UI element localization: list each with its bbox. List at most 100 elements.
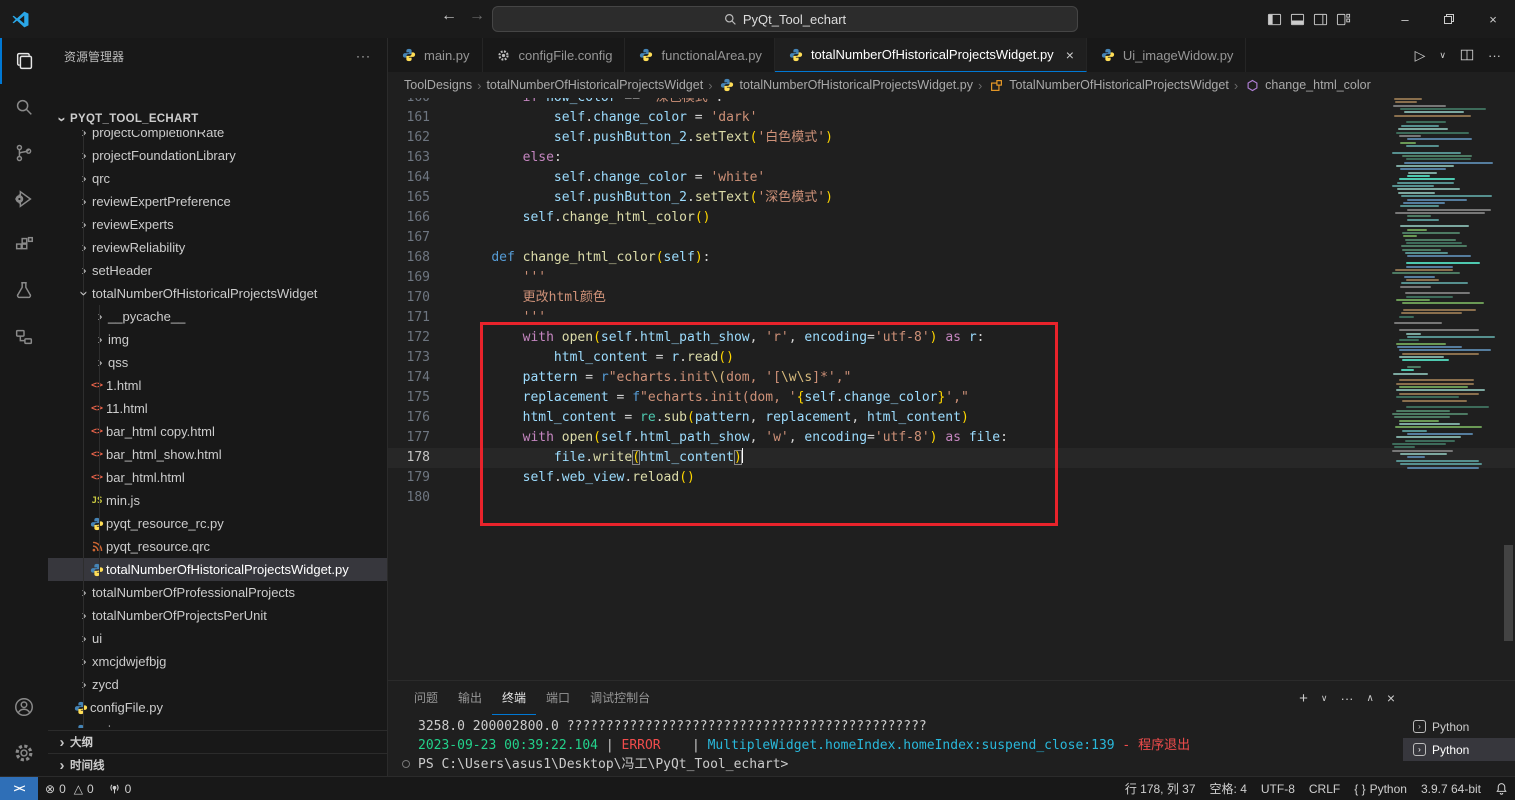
code-line[interactable]: 166 self.change_html_color() [388,208,1515,228]
code-line[interactable]: 168 def change_html_color(self): [388,248,1515,268]
problems-status[interactable]: ⊗0 △0 [38,777,101,800]
code-line[interactable]: 161 self.change_color = 'dark' [388,108,1515,128]
tree-item[interactable]: ›reviewReliability [48,236,387,259]
panel-more-icon[interactable]: ··· [1340,691,1353,706]
breadcrumb-item[interactable]: totalNumberOfHistoricalProjectsWidget.py [718,78,973,92]
new-terminal-icon[interactable]: + [1299,690,1308,707]
breadcrumb-item[interactable]: TotalNumberOfHistoricalProjectsWidget [987,78,1229,92]
code-line[interactable]: 167 [388,228,1515,248]
code-line[interactable]: 175 replacement = f"echarts.init(dom, '{… [388,388,1515,408]
minimize-button[interactable]: – [1383,0,1427,38]
tree-item[interactable]: ›qrc [48,167,387,190]
account-icon[interactable] [0,684,48,730]
toggle-sidebar-icon[interactable] [1267,12,1282,27]
editor-more-actions-icon[interactable]: ··· [1488,48,1501,63]
encoding[interactable]: UTF-8 [1254,777,1302,800]
timeline-section[interactable]: ›时间线 [48,753,387,776]
code-line[interactable]: 163 else: [388,148,1515,168]
panel-tab[interactable]: 端口 [536,681,580,715]
indentation[interactable]: 空格: 4 [1203,777,1254,800]
code-line[interactable]: 171 ''' [388,308,1515,328]
tree-item[interactable]: ›totalNumberOfHistoricalProjectsWidget [48,282,387,305]
sidebar-more-actions-icon[interactable]: ··· [356,49,371,63]
tree-item[interactable]: ›reviewExperts [48,213,387,236]
maximize-panel-icon[interactable]: ∧ [1366,693,1373,704]
editor-tab[interactable]: totalNumberOfHistoricalProjectsWidget.py… [775,38,1087,72]
panel-tab[interactable]: 输出 [448,681,492,715]
code-editor[interactable]: 160 if now_color == '深色模式':161 self.chan… [388,98,1515,680]
tree-item[interactable]: main.py [48,719,387,728]
source-control-icon[interactable] [0,130,48,176]
tree-item[interactable]: ›zycd [48,673,387,696]
restore-button[interactable] [1427,0,1471,38]
nav-back-button[interactable]: ← [436,7,462,25]
panel-tab[interactable]: 问题 [404,681,448,715]
code-line[interactable]: 172 with open(self.html_path_show, 'r', … [388,328,1515,348]
tree-item[interactable]: ›totalNumberOfProjectsPerUnit [48,604,387,627]
search-panel-icon[interactable] [0,84,48,130]
ports-status[interactable]: 0 [101,777,139,800]
settings-gear-icon[interactable] [0,730,48,776]
remote-indicator[interactable]: >< [0,777,38,800]
remote-explorer-icon[interactable] [0,314,48,360]
editor-tab[interactable]: configFile.config [483,38,626,72]
editor-scrollbar[interactable] [1504,545,1513,641]
editor-tab[interactable]: Ui_imageWidow.py [1087,38,1247,72]
split-editor-icon[interactable] [1460,48,1474,62]
tree-item[interactable]: configFile.py [48,696,387,719]
tree-item[interactable]: ›reviewExpertPreference [48,190,387,213]
code-line[interactable]: 173 html_content = r.read() [388,348,1515,368]
terminal-dropdown-icon[interactable]: ∨ [1321,693,1328,704]
code-line[interactable]: 170 更改html颜色 [388,288,1515,308]
command-center-search[interactable]: PyQt_Tool_echart [492,6,1078,32]
terminal-instance[interactable]: ›Python [1403,715,1515,738]
workspace-root-row[interactable]: › PYQT_TOOL_ECHART [48,108,387,130]
testing-icon[interactable] [0,268,48,314]
code-line[interactable]: 164 self.change_color = 'white' [388,168,1515,188]
editor-tab[interactable]: main.py [388,38,483,72]
toggle-secondary-sidebar-icon[interactable] [1313,12,1328,27]
run-debug-icon[interactable] [0,176,48,222]
code-line[interactable]: 178 file.write(html_content) [388,448,1515,468]
panel-tab[interactable]: 调试控制台 [580,681,660,715]
code-line[interactable]: 160 if now_color == '深色模式': [388,98,1515,108]
language-mode[interactable]: { }Python [1347,777,1414,800]
code-line[interactable]: 174 pattern = r"echarts.init\(dom, '[\w\… [388,368,1515,388]
extensions-icon[interactable] [0,222,48,268]
breadcrumb-item[interactable]: totalNumberOfHistoricalProjectsWidget [486,78,703,92]
breadcrumb-item[interactable]: change_html_color [1243,78,1371,92]
run-dropdown-icon[interactable]: ∨ [1439,50,1446,61]
tree-item[interactable]: ›projectCompletionRate [48,130,387,144]
code-line[interactable]: 176 html_content = re.sub(pattern, repla… [388,408,1515,428]
code-line[interactable]: 179 self.web_view.reload() [388,468,1515,488]
nav-forward-button[interactable]: → [464,7,490,25]
run-button[interactable]: ▷ [1415,47,1426,64]
close-tab-icon[interactable]: × [1066,47,1074,63]
terminal-instance[interactable]: ›Python [1403,738,1515,761]
python-version[interactable]: 3.9.7 64-bit [1414,777,1488,800]
eol-sequence[interactable]: CRLF [1302,777,1347,800]
minimap[interactable] [1389,98,1501,478]
tree-item[interactable]: ›totalNumberOfProfessionalProjects [48,581,387,604]
close-window-button[interactable]: × [1471,0,1515,38]
tree-item[interactable]: ›xmcjdwjefbjg [48,650,387,673]
tree-item[interactable]: ›projectFoundationLibrary [48,144,387,167]
tree-item[interactable]: ›ui [48,627,387,650]
tree-item[interactable]: ›setHeader [48,259,387,282]
notifications-bell-icon[interactable] [1488,777,1515,800]
panel-tab[interactable]: 终端 [492,681,536,715]
code-line[interactable]: 169 ''' [388,268,1515,288]
explorer-icon[interactable] [0,38,48,84]
close-panel-icon[interactable]: × [1387,690,1395,706]
code-line[interactable]: 162 self.pushButton_2.setText('白色模式') [388,128,1515,148]
customize-layout-icon[interactable] [1336,12,1351,27]
editor-tab[interactable]: functionalArea.py [625,38,774,72]
cursor-position[interactable]: 行 178, 列 37 [1118,777,1203,800]
code-line[interactable]: 177 with open(self.html_path_show, 'w', … [388,428,1515,448]
breadcrumb-item[interactable]: ToolDesigns [404,78,472,92]
code-line[interactable]: 180 [388,488,1515,508]
toggle-panel-icon[interactable] [1290,12,1305,27]
outline-section[interactable]: ›大纲 [48,730,387,753]
code-line[interactable]: 165 self.pushButton_2.setText('深色模式') [388,188,1515,208]
terminal-output[interactable]: 3258.0 200002800.0 ?????????????????????… [388,717,1401,776]
